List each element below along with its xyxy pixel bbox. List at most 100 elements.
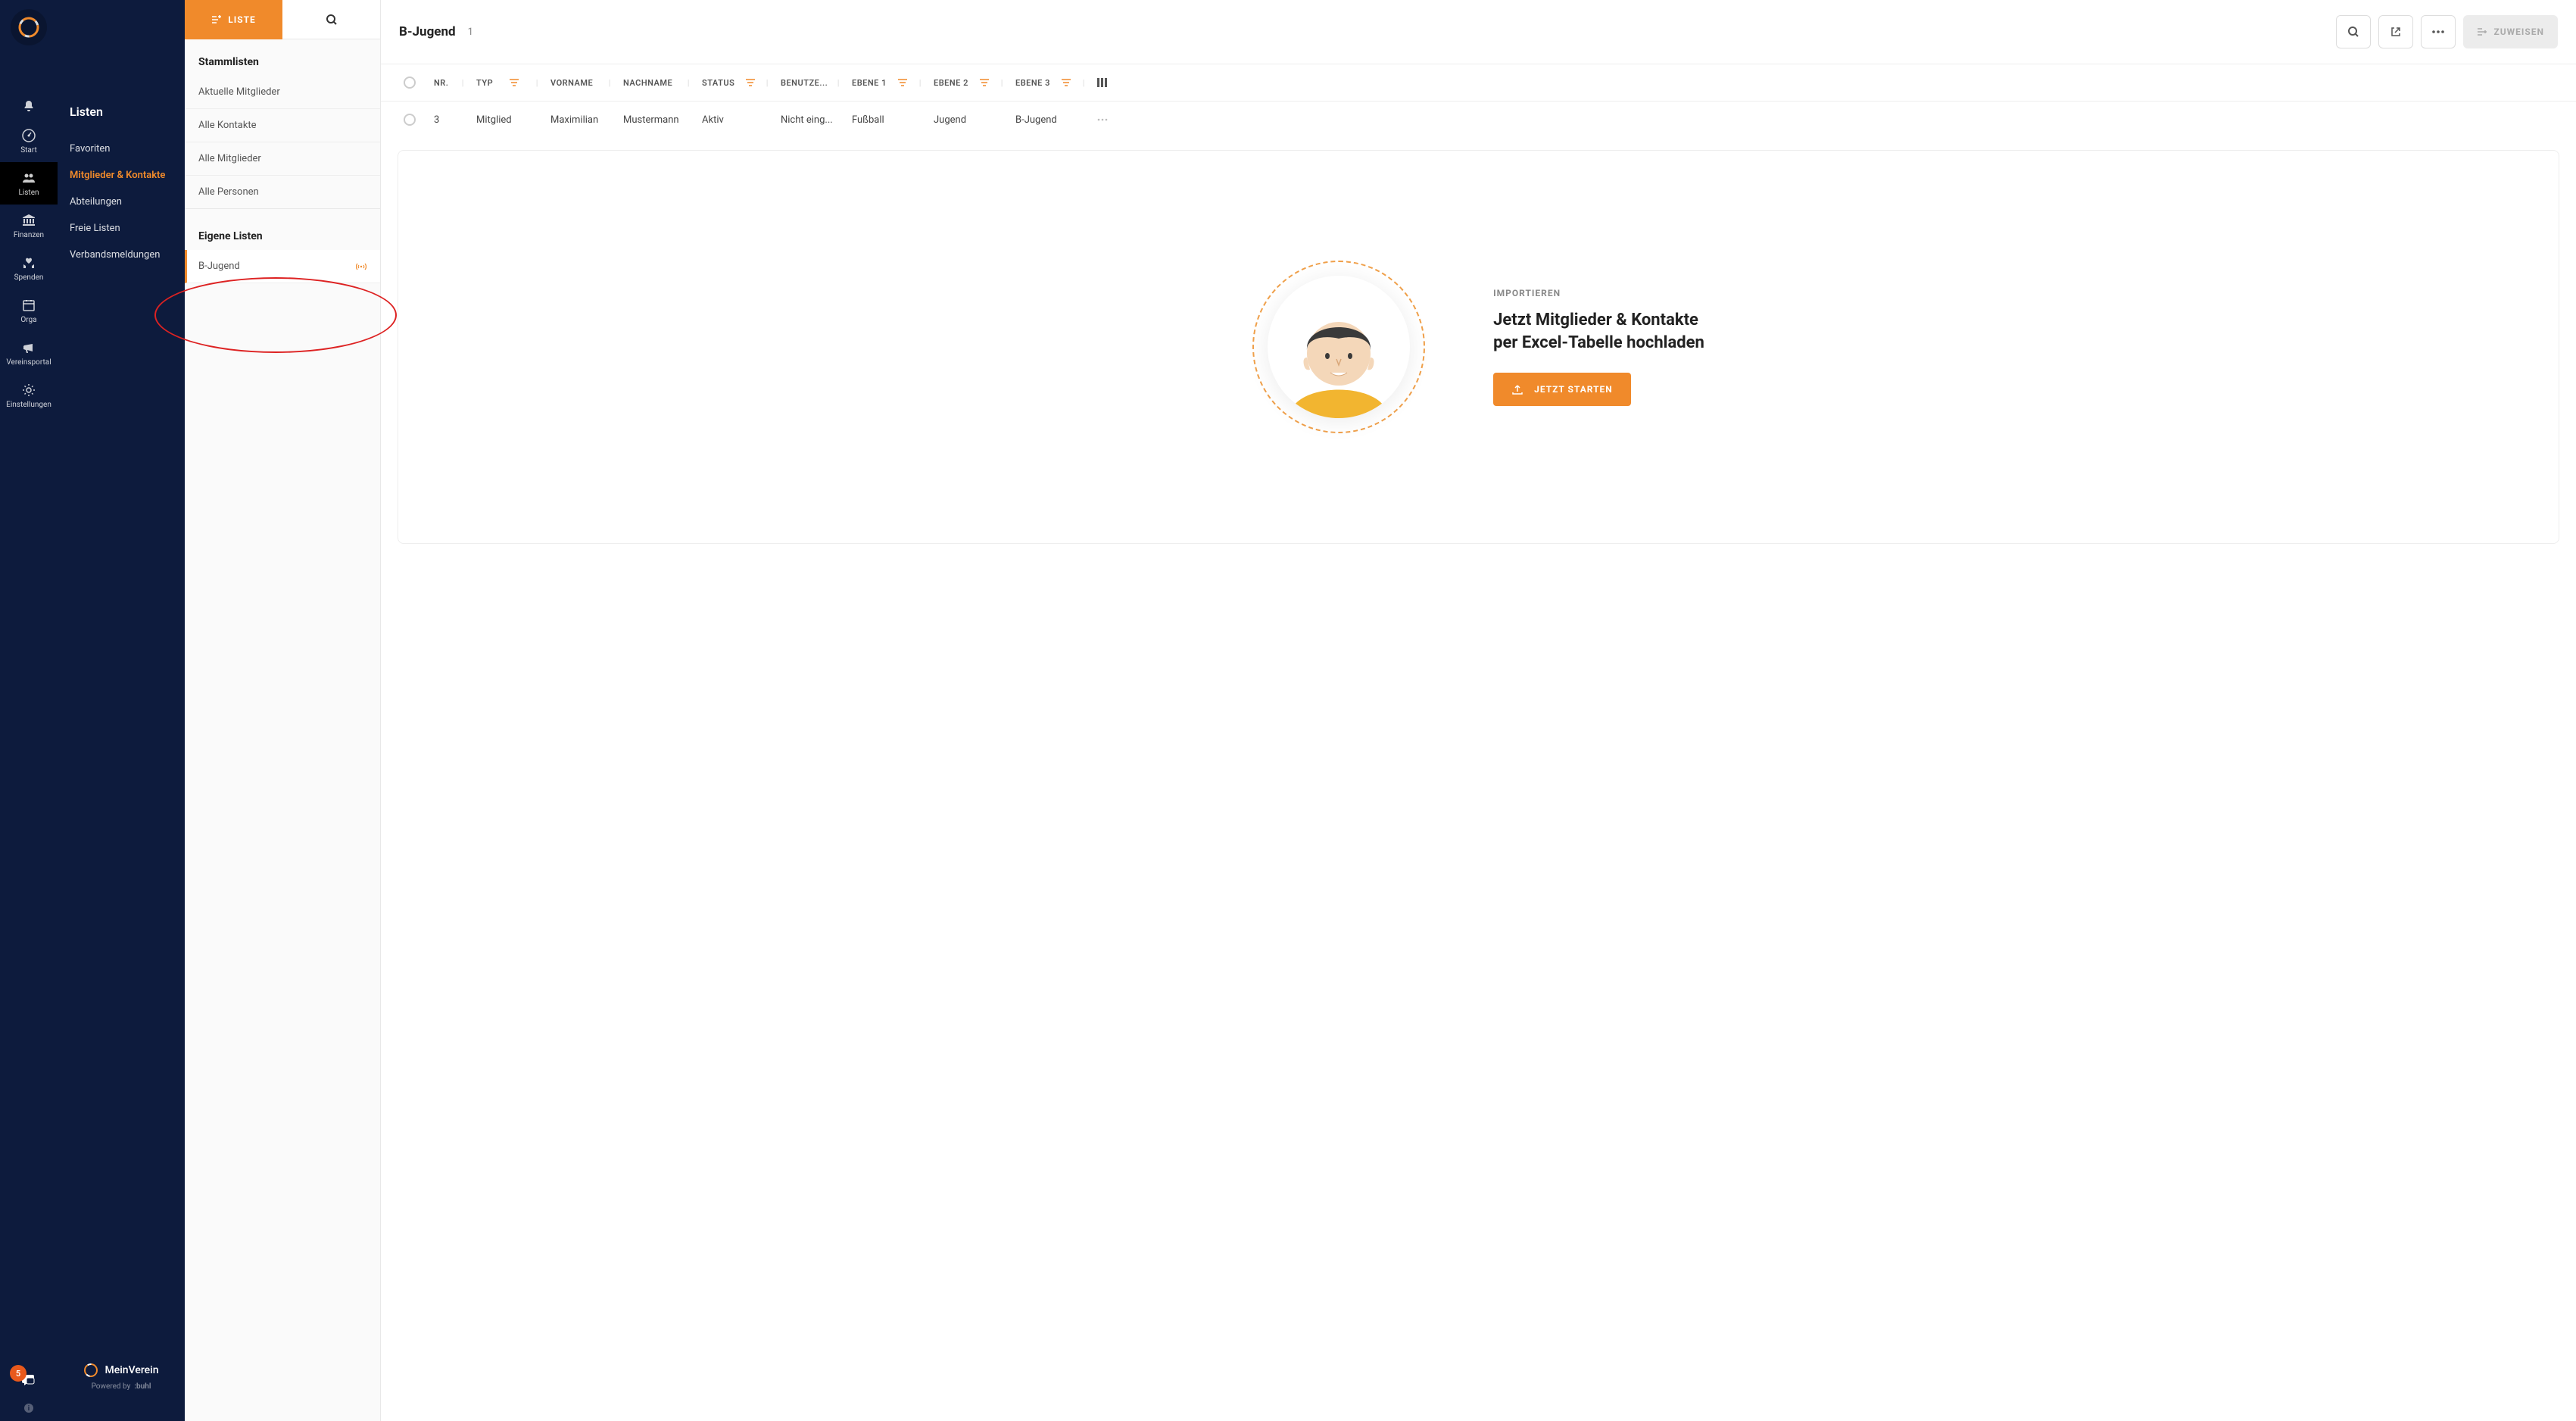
import-button-label: JETZT STARTEN xyxy=(1534,384,1613,395)
rail-listen[interactable]: Listen xyxy=(0,162,58,205)
col-nachname[interactable]: NACHNAME xyxy=(623,78,672,88)
filter-icon[interactable] xyxy=(980,79,989,86)
bank-icon xyxy=(22,214,36,227)
tab-liste[interactable]: LISTE xyxy=(185,0,282,39)
rail-bell[interactable] xyxy=(0,91,58,120)
more-icon xyxy=(2431,30,2445,33)
list-alle-mitglieder[interactable]: Alle Mitglieder xyxy=(185,142,380,176)
brand-icon xyxy=(83,1363,98,1378)
header-more-button[interactable] xyxy=(2421,15,2456,48)
people-icon xyxy=(22,171,36,185)
col-benutzer[interactable]: BENUTZE... xyxy=(781,78,828,88)
rail-chat[interactable]: 5 xyxy=(20,1373,37,1389)
row-checkbox[interactable] xyxy=(404,114,416,126)
list-alle-kontakte[interactable]: Alle Kontakte xyxy=(185,109,380,142)
assign-label: ZUWEISEN xyxy=(2493,27,2544,37)
main-content: B-Jugend 1 ZUWEISEN NR.| TYP| VORNAME| N… xyxy=(381,0,2576,1421)
table-row[interactable]: 3 Mitglied Maximilian Mustermann Aktiv N… xyxy=(381,102,2576,138)
rail-listen-label: Listen xyxy=(18,189,39,197)
rail-orga-label: Orga xyxy=(20,316,36,324)
col-ebene2[interactable]: EBENE 2 xyxy=(934,78,968,88)
rail-finanzen-label: Finanzen xyxy=(14,231,44,239)
header-search-button[interactable] xyxy=(2336,15,2371,48)
list-b-jugend[interactable]: B-Jugend xyxy=(185,250,380,283)
lists-panel: LISTE Stammlisten Aktuelle Mitglieder Al… xyxy=(185,0,381,1421)
header-external-button[interactable] xyxy=(2378,15,2413,48)
rail-spenden-label: Spenden xyxy=(14,273,44,282)
col-vorname[interactable]: VORNAME xyxy=(550,78,593,88)
sidebar-item-mitglieder[interactable]: Mitglieder & Kontakte xyxy=(70,162,173,189)
cell-nr: 3 xyxy=(428,114,470,126)
list-add-icon xyxy=(211,14,222,25)
list-alle-personen[interactable]: Alle Personen xyxy=(185,176,380,209)
filter-icon[interactable] xyxy=(510,79,519,86)
list-aktuelle-mitglieder[interactable]: Aktuelle Mitglieder xyxy=(185,76,380,109)
sidebar-item-verbandsmeldungen[interactable]: Verbandsmeldungen xyxy=(70,242,173,268)
page-count: 1 xyxy=(468,27,473,38)
cell-vorname: Maximilian xyxy=(544,114,617,126)
cell-ebene1: Fußball xyxy=(846,114,928,126)
col-ebene3[interactable]: EBENE 3 xyxy=(1015,78,1050,88)
megaphone-icon xyxy=(22,341,36,354)
gear-icon xyxy=(22,383,36,397)
person-illustration-icon xyxy=(1282,297,1396,418)
hands-heart-icon xyxy=(22,256,36,270)
list-add-icon xyxy=(2477,27,2487,37)
assign-button[interactable]: ZUWEISEN xyxy=(2463,15,2558,48)
rail-finanzen[interactable]: Finanzen xyxy=(0,205,58,247)
cell-ebene3: B-Jugend xyxy=(1009,114,1091,126)
filter-icon[interactable] xyxy=(1062,79,1071,86)
calendar-icon xyxy=(22,298,36,312)
cell-nachname: Mustermann xyxy=(617,114,696,126)
sidebar-title: Listen xyxy=(70,105,173,119)
col-typ[interactable]: TYP xyxy=(476,78,493,88)
rail-spenden[interactable]: Spenden xyxy=(0,247,58,289)
page-title: B-Jugend xyxy=(399,24,456,39)
app-logo[interactable] xyxy=(11,9,47,45)
logo-icon xyxy=(18,17,39,38)
col-nr[interactable]: NR. xyxy=(434,78,448,88)
cell-typ: Mitglied xyxy=(470,114,544,126)
upload-icon xyxy=(1511,383,1523,395)
rail-einstellungen-label: Einstellungen xyxy=(6,401,51,409)
annotation-circle xyxy=(154,277,397,353)
gauge-icon xyxy=(22,129,36,142)
cell-ebene2: Jugend xyxy=(928,114,1009,126)
table-header: NR.| TYP| VORNAME| NACHNAME| STATUS| BEN… xyxy=(381,64,2576,102)
row-more-icon[interactable] xyxy=(1097,118,1108,121)
svg-text:i: i xyxy=(28,1405,30,1413)
brand: MeinVerein xyxy=(83,1363,158,1378)
import-kicker: IMPORTIEREN xyxy=(1493,288,1704,298)
bell-icon xyxy=(23,100,35,112)
external-link-icon xyxy=(2390,26,2402,38)
rail-start[interactable]: Start xyxy=(0,120,58,162)
sidebar-item-favoriten[interactable]: Favoriten xyxy=(70,136,173,162)
col-ebene1[interactable]: EBENE 1 xyxy=(852,78,887,88)
tab-search[interactable] xyxy=(282,0,380,39)
rail-vereinsportal[interactable]: Vereinsportal xyxy=(0,332,58,374)
search-icon xyxy=(2347,26,2359,38)
cell-status: Aktiv xyxy=(696,114,775,126)
rail-einstellungen[interactable]: Einstellungen xyxy=(0,374,58,417)
columns-icon[interactable] xyxy=(1097,78,1108,87)
chat-badge: 5 xyxy=(10,1365,27,1382)
brand-label: MeinVerein xyxy=(104,1364,158,1376)
nav-rail: Start Listen Finanzen Spenden Orga Verei… xyxy=(0,0,58,1421)
col-status[interactable]: STATUS xyxy=(702,78,734,88)
import-headline: Jetzt Mitglieder & Kontakteper Excel-Tab… xyxy=(1493,309,1704,354)
rail-orga[interactable]: Orga xyxy=(0,289,58,332)
select-all-checkbox[interactable] xyxy=(404,77,416,89)
powered-by: Powered by :buhl xyxy=(92,1382,151,1391)
sidebar-item-freie-listen[interactable]: Freie Listen xyxy=(70,215,173,242)
import-start-button[interactable]: JETZT STARTEN xyxy=(1493,373,1631,406)
filter-icon[interactable] xyxy=(746,79,755,86)
group-eigene-listen: Eigene Listen xyxy=(185,209,380,250)
group-stammlisten: Stammlisten xyxy=(185,39,380,76)
cell-benutzer: Nicht eing... xyxy=(775,114,846,126)
filter-icon[interactable] xyxy=(898,79,907,86)
secondary-sidebar: Listen Favoriten Mitglieder & Kontakte A… xyxy=(58,0,185,1421)
broadcast-icon xyxy=(356,263,366,270)
info-icon[interactable]: i xyxy=(23,1403,34,1413)
search-icon xyxy=(326,14,338,26)
sidebar-item-abteilungen[interactable]: Abteilungen xyxy=(70,189,173,215)
